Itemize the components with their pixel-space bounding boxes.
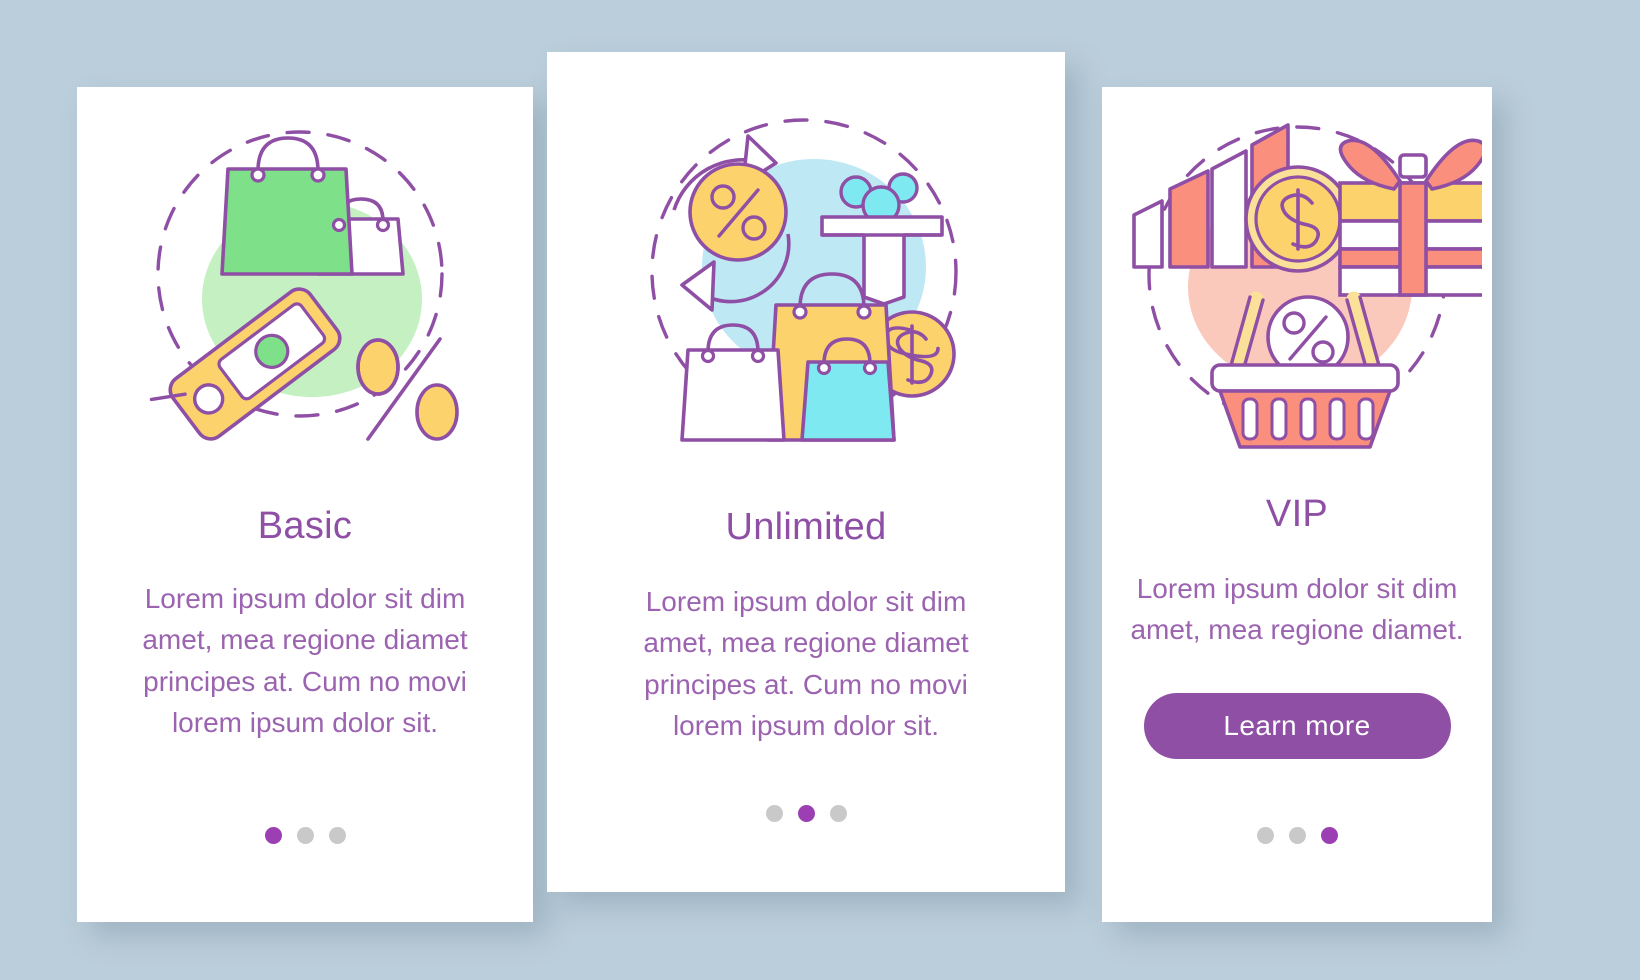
page-dot-3[interactable] (1320, 827, 1338, 844)
onboarding-screens-stage: Basic Lorem ipsum dolor sit dim amet, me… (0, 0, 1640, 980)
card-title-basic: Basic (257, 505, 353, 547)
page-indicator-vip (1102, 827, 1492, 844)
onboarding-card-vip[interactable]: VIP Lorem ipsum dolor sit dim amet, mea … (1102, 87, 1492, 922)
learn-more-button[interactable]: Learn more (1143, 692, 1451, 759)
illustration-vip-wrapper (1102, 87, 1492, 487)
page-dot-3[interactable] (328, 827, 346, 844)
card-description-basic: Lorem ipsum dolor sit dim amet, mea regi… (142, 583, 468, 739)
card-title-unlimited: Unlimited (725, 506, 887, 548)
page-dot-2[interactable] (1288, 827, 1306, 844)
page-dot-2[interactable] (797, 805, 815, 822)
megaphone-dollar-coin-gift-box-basket-percent-icon (1132, 123, 1482, 449)
onboarding-card-basic[interactable]: Basic Lorem ipsum dolor sit dim amet, me… (77, 87, 533, 922)
page-indicator-basic (77, 827, 533, 844)
page-dot-3[interactable] (829, 805, 847, 822)
illustration-basic-wrapper (77, 87, 533, 509)
percent-refresh-funnel-bags-dollar-coin-icon (650, 118, 958, 442)
shopping-bags-price-tag-percent-icon (149, 130, 459, 441)
page-dot-2[interactable] (296, 827, 314, 844)
page-dot-1[interactable] (264, 827, 282, 844)
onboarding-card-unlimited[interactable]: Unlimited Lorem ipsum dolor sit dim amet… (547, 52, 1065, 892)
illustration-unlimited-wrapper (547, 52, 1065, 512)
page-indicator-unlimited (547, 805, 1065, 822)
card-description-unlimited: Lorem ipsum dolor sit dim amet, mea regi… (643, 586, 969, 742)
card-title-vip: VIP (1265, 493, 1329, 535)
page-dot-1[interactable] (765, 805, 783, 822)
page-dot-1[interactable] (1256, 827, 1274, 844)
card-description-vip: Lorem ipsum dolor sit dim amet, mea regi… (1130, 573, 1464, 646)
